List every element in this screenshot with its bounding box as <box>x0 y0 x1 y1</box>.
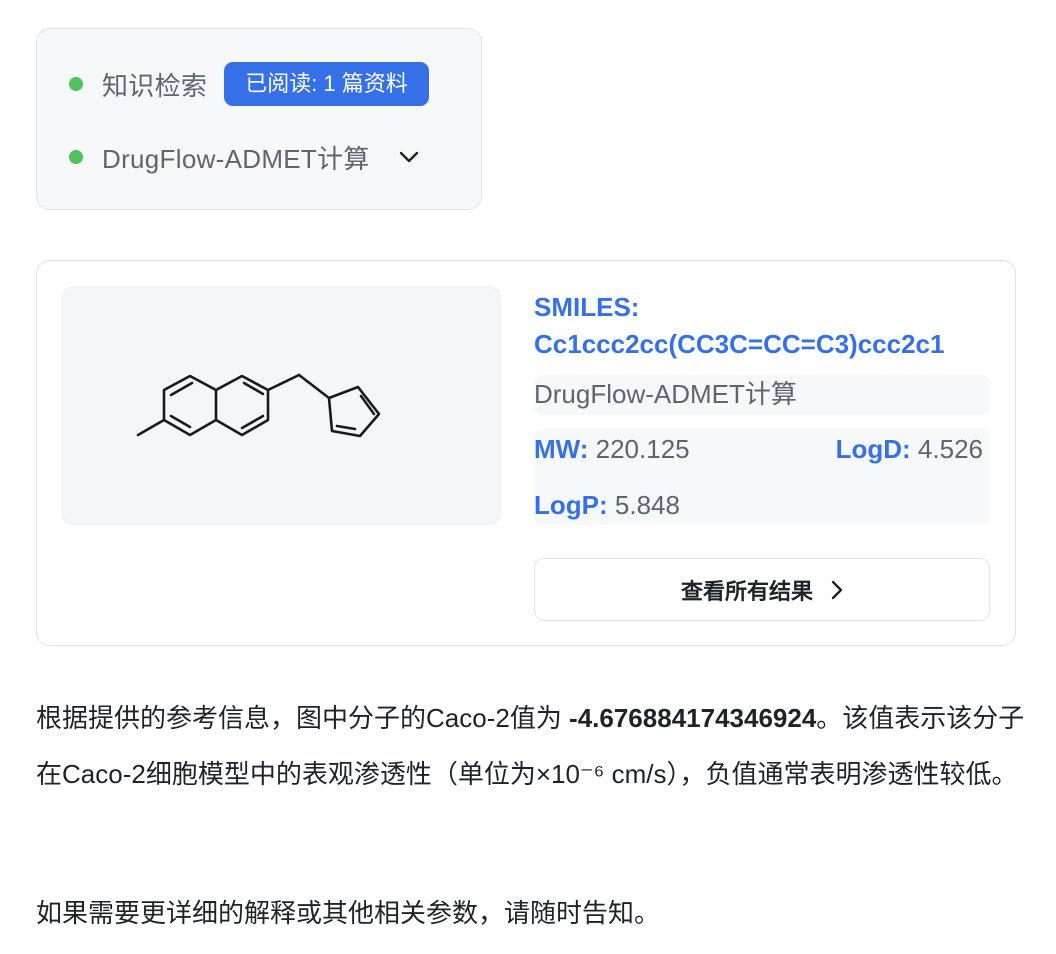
property-key: LogD: <box>835 434 911 464</box>
read-sources-badge[interactable]: 已阅读: 1 篇资料 <box>224 62 429 106</box>
tool-steps-panel: 知识检索 已阅读: 1 篇资料 DrugFlow-ADMET计算 <box>36 28 482 210</box>
property-value: 5.848 <box>614 490 680 520</box>
caco2-value: -4.676884174346924 <box>569 703 817 733</box>
step-admet-calculation[interactable]: DrugFlow-ADMET计算 <box>69 135 422 179</box>
admet-result-card: SMILES: Cc1ccc2cc(CC3C=CC=C3)ccc2c1 Drug… <box>36 260 1016 646</box>
status-dot-complete <box>69 150 83 164</box>
step-label: 知识检索 <box>102 70 208 101</box>
property-grid: MW: 220.125 LogD: 4.526 LogP: 5.848 <box>534 429 990 525</box>
smiles-label: SMILES: <box>534 292 640 322</box>
property-logd: LogD: 4.526 <box>836 431 983 467</box>
answer-paragraph: 根据提供的参考信息，图中分子的Caco-2值为 -4.6768841743469… <box>36 690 1026 802</box>
status-dot-complete <box>69 77 83 91</box>
molecule-structure-drawing <box>136 373 381 438</box>
step-knowledge-retrieval: 知识检索 已阅读: 1 篇资料 <box>69 62 429 106</box>
smiles-text: SMILES: Cc1ccc2cc(CC3C=CC=C3)ccc2c1 <box>534 289 1004 363</box>
followup-paragraph: 如果需要更详细的解释或其他相关参数，请随时告知。 <box>36 898 661 928</box>
property-value: 220.125 <box>595 434 690 464</box>
property-value: 4.526 <box>917 434 983 464</box>
property-key: MW: <box>534 434 589 464</box>
view-all-results-label: 查看所有结果 <box>680 578 813 604</box>
smiles-value: Cc1ccc2cc(CC3C=CC=C3)ccc2c1 <box>534 329 945 359</box>
view-all-results-button[interactable]: 查看所有结果 <box>534 558 990 621</box>
answer-text-before: 根据提供的参考信息，图中分子的Caco-2值为 <box>36 703 570 733</box>
step-label: DrugFlow-ADMET计算 <box>102 143 370 174</box>
chevron-right-icon <box>831 580 843 600</box>
tool-name-tag: DrugFlow-ADMET计算 <box>534 375 990 415</box>
chevron-down-icon[interactable] <box>396 144 422 170</box>
property-key: LogP: <box>534 490 608 520</box>
molecule-structure-image <box>62 286 501 525</box>
property-mw: MW: 220.125 <box>534 431 690 467</box>
property-logp: LogP: 5.848 <box>534 487 680 523</box>
